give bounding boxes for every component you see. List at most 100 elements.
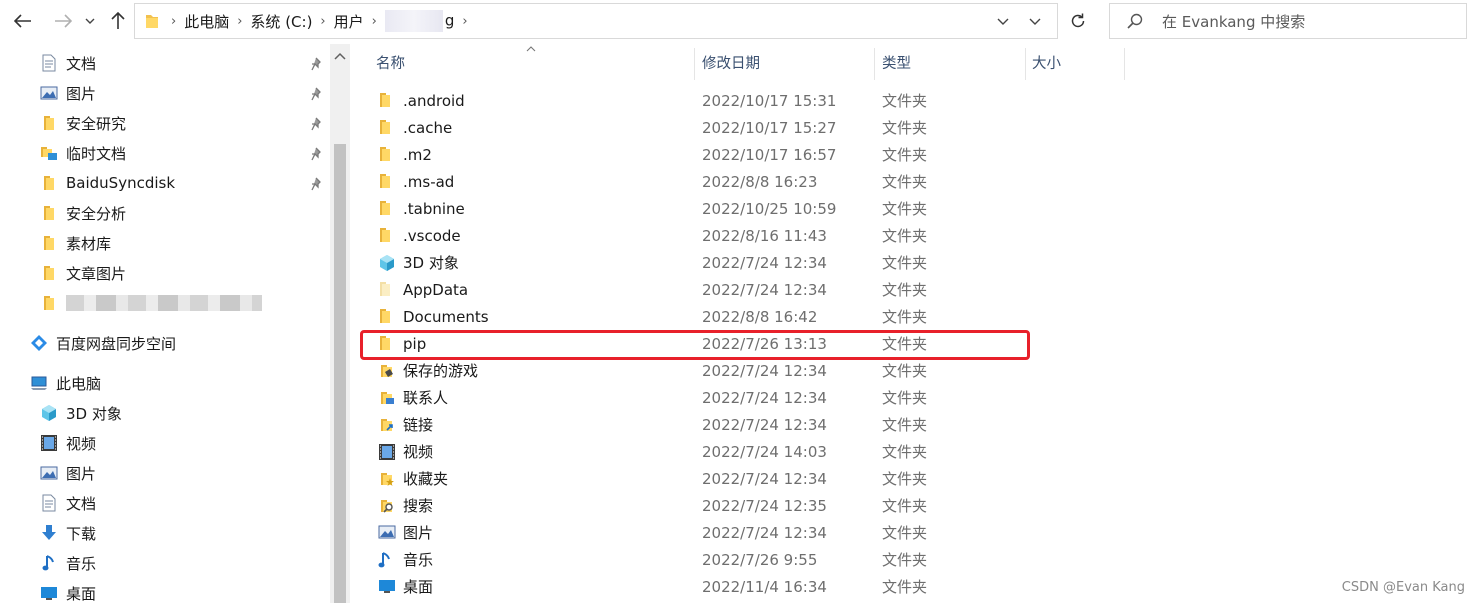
nav-item-baidu-netdisk[interactable]: 百度网盘同步空间 [30, 328, 176, 358]
arrow-left-icon [14, 14, 31, 28]
redacted-username [384, 10, 443, 32]
nav-item-label: 3D 对象 [66, 404, 122, 423]
pin-icon[interactable] [311, 87, 325, 101]
breadcrumb-drive-c[interactable]: 系统 (C:) [250, 11, 312, 32]
nav-item-desktop[interactable]: 桌面 [40, 578, 96, 603]
file-row[interactable]: 3D 对象 2022/7/24 12:34 文件夹 [370, 250, 1020, 277]
file-type: 文件夹 [882, 227, 928, 245]
nav-item-label: 桌面 [66, 584, 97, 603]
searches-icon [378, 497, 396, 515]
nav-item-3d-objects[interactable]: 3D 对象 [40, 398, 122, 428]
file-row[interactable]: 搜索 2022/7/24 12:35 文件夹 [370, 493, 1020, 520]
nav-item-redacted[interactable] [40, 288, 262, 318]
file-row[interactable]: .tabnine 2022/10/25 10:59 文件夹 [370, 196, 1020, 223]
file-row[interactable]: 桌面 2022/11/4 16:34 文件夹 [370, 574, 1020, 601]
file-row[interactable]: 保存的游戏 2022/7/24 12:34 文件夹 [370, 358, 1020, 385]
back-button[interactable] [12, 10, 34, 32]
file-row[interactable]: 音乐 2022/7/26 9:55 文件夹 [370, 547, 1020, 574]
column-divider[interactable] [694, 48, 695, 80]
folder-icon [40, 234, 58, 252]
nav-item-material-library[interactable]: 素材库 [40, 228, 111, 258]
nav-item-label: 视频 [66, 434, 97, 453]
file-type: 文件夹 [882, 119, 928, 137]
breadcrumb-this-pc[interactable]: 此电脑 [184, 11, 229, 32]
navigation-scrollbar[interactable] [330, 44, 350, 603]
nav-item-temp-docs[interactable]: 临时文档 [40, 138, 126, 168]
file-row[interactable]: 联系人 2022/7/24 12:34 文件夹 [370, 385, 1020, 412]
breadcrumb-separator-icon[interactable]: › [171, 14, 176, 29]
refresh-button[interactable] [1060, 3, 1096, 39]
file-name: AppData [403, 281, 469, 299]
column-header-name[interactable]: 名称 [376, 44, 405, 80]
file-type: 文件夹 [882, 92, 928, 110]
recent-locations-button[interactable] [82, 10, 98, 32]
file-row[interactable]: 链接 2022/7/24 12:34 文件夹 [370, 412, 1020, 439]
file-name: 保存的游戏 [403, 362, 479, 380]
file-row[interactable]: .m2 2022/10/17 16:57 文件夹 [370, 142, 1020, 169]
column-header-modified[interactable]: 修改日期 [702, 44, 760, 80]
breadcrumb-separator-icon[interactable]: › [237, 14, 242, 29]
3d-objects-icon [40, 404, 58, 422]
file-modified-date: 2022/8/8 16:42 [702, 308, 818, 326]
address-history-button[interactable] [993, 4, 1013, 38]
breadcrumb-user-folder[interactable]: g [384, 10, 454, 32]
nav-item-documents[interactable]: 文档 [40, 48, 96, 78]
file-row[interactable]: 视频 2022/7/24 14:03 文件夹 [370, 439, 1020, 466]
breadcrumb-users[interactable]: 用户 [334, 11, 364, 32]
nav-item-music[interactable]: 音乐 [40, 548, 96, 578]
column-divider[interactable] [1025, 48, 1026, 80]
pin-icon[interactable] [311, 57, 325, 71]
file-row[interactable]: .cache 2022/10/17 15:27 文件夹 [370, 115, 1020, 142]
up-button[interactable] [107, 10, 129, 32]
scrollbar-thumb[interactable] [334, 144, 346, 603]
file-row[interactable]: AppData 2022/7/24 12:34 文件夹 [370, 277, 1020, 304]
nav-item-article-images[interactable]: 文章图片 [40, 258, 126, 288]
breadcrumb-separator-icon[interactable]: › [462, 14, 467, 29]
file-row[interactable]: .ms-ad 2022/8/8 16:23 文件夹 [370, 169, 1020, 196]
music-icon [40, 554, 58, 572]
nav-item-security-analysis[interactable]: 安全分析 [40, 198, 126, 228]
search-box[interactable] [1109, 3, 1467, 40]
nav-item-documents-pc[interactable]: 文档 [40, 488, 96, 518]
address-up-button[interactable] [1025, 4, 1045, 38]
file-row[interactable]: 收藏夹 2022/7/24 12:34 文件夹 [370, 466, 1020, 493]
column-divider[interactable] [874, 48, 875, 80]
file-row[interactable]: Documents 2022/8/8 16:42 文件夹 [370, 304, 1020, 331]
file-row[interactable]: 图片 2022/7/24 12:34 文件夹 [370, 520, 1020, 547]
nav-item-baidusyncdisk[interactable]: BaiduSyncdisk [40, 168, 175, 198]
file-row[interactable]: pip 2022/7/26 13:13 文件夹 [370, 331, 1020, 358]
folder-icon [378, 92, 396, 110]
file-modified-date: 2022/7/24 12:34 [702, 389, 827, 407]
watermark: CSDN @Evan Kang [1341, 580, 1465, 595]
column-divider[interactable] [1124, 48, 1125, 80]
breadcrumb-separator-icon[interactable]: › [372, 14, 377, 29]
arrow-right-icon [55, 14, 72, 28]
column-header-size[interactable]: 大小 [1032, 44, 1061, 80]
search-input[interactable] [1160, 4, 1454, 40]
file-row[interactable]: .android 2022/10/17 15:31 文件夹 [370, 88, 1020, 115]
chevron-down-icon [1029, 18, 1041, 25]
nav-item-videos[interactable]: 视频 [40, 428, 96, 458]
nav-item-pictures[interactable]: 图片 [40, 78, 96, 108]
pin-icon[interactable] [311, 117, 325, 131]
file-modified-date: 2022/7/24 12:34 [702, 470, 827, 488]
pin-icon[interactable] [311, 147, 325, 161]
nav-item-this-pc[interactable]: 此电脑 [30, 368, 101, 398]
folder-icon [40, 114, 58, 132]
address-bar[interactable]: › 此电脑 › 系统 (C:) › 用户 › g › [134, 3, 1058, 39]
file-name: 搜索 [403, 497, 434, 515]
column-header-type[interactable]: 类型 [882, 44, 911, 80]
folder-icon [145, 13, 159, 29]
pin-icon[interactable] [311, 177, 325, 191]
nav-item-pictures-pc[interactable]: 图片 [40, 458, 96, 488]
chevron-up-icon[interactable] [334, 52, 346, 60]
file-type: 文件夹 [882, 308, 928, 326]
file-row[interactable]: .vscode 2022/8/16 11:43 文件夹 [370, 223, 1020, 250]
nav-item-label: 此电脑 [56, 374, 102, 393]
forward-button[interactable] [52, 10, 74, 32]
file-name: 3D 对象 [403, 254, 459, 272]
breadcrumb-separator-icon[interactable]: › [320, 14, 325, 29]
file-type: 文件夹 [882, 497, 928, 515]
nav-item-downloads[interactable]: 下载 [40, 518, 96, 548]
nav-item-security-research[interactable]: 安全研究 [40, 108, 126, 138]
